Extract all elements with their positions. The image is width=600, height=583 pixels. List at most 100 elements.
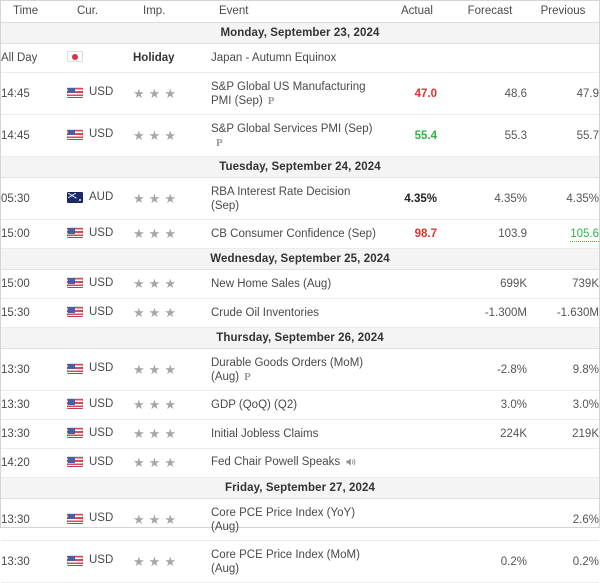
star-icon: ★ bbox=[164, 226, 176, 241]
economic-calendar-table: Time Cur. Imp. Event Actual Forecast Pre… bbox=[1, 1, 599, 583]
event-name-cell[interactable]: Crude Oil Inventories bbox=[211, 298, 381, 328]
star-icon: ★ bbox=[148, 455, 161, 470]
star-icon: ★ bbox=[133, 85, 145, 101]
event-name-cell[interactable]: Core PCE Price Index (MoM) (Aug) bbox=[211, 540, 381, 583]
event-time: 13:30 bbox=[1, 498, 67, 541]
event-name-cell[interactable]: Durable Goods Orders (MoM) (Aug) P bbox=[211, 348, 381, 391]
table-header: Time Cur. Imp. Event Actual Forecast Pre… bbox=[1, 1, 599, 23]
event-name-cell[interactable]: Japan - Autumn Equinox bbox=[211, 43, 381, 73]
event-name-line2: (Sep) bbox=[211, 199, 381, 213]
day-date-label: Wednesday, September 25, 2024 bbox=[1, 248, 599, 270]
column-header-actual[interactable]: Actual bbox=[381, 1, 453, 23]
event-name-cell[interactable]: RBA Interest Rate Decision (Sep) bbox=[211, 177, 381, 220]
event-name-line1: RBA Interest Rate Decision bbox=[211, 185, 351, 198]
event-name-line1: Core PCE Price Index (MoM) bbox=[211, 548, 360, 561]
event-name-line1: Core PCE Price Index (YoY) bbox=[211, 506, 356, 519]
event-name-cell[interactable]: GDP (QoQ) (Q2) bbox=[211, 390, 381, 420]
event-actual-value bbox=[381, 448, 453, 478]
event-actual-value: 98.7 bbox=[381, 219, 453, 249]
event-previous-value bbox=[527, 448, 599, 478]
event-name-cell[interactable]: S&P Global Services PMI (Sep) P bbox=[211, 114, 381, 157]
currency-code: USD bbox=[89, 226, 114, 239]
star-icon: ★ bbox=[133, 190, 145, 206]
event-currency-cell: USD bbox=[67, 348, 133, 391]
event-actual-value bbox=[381, 298, 453, 328]
column-header-previous[interactable]: Previous bbox=[527, 1, 599, 23]
event-time: 15:30 bbox=[1, 298, 67, 328]
event-forecast-value: 48.6 bbox=[453, 72, 527, 115]
star-icon: ★ bbox=[133, 276, 145, 291]
event-time: 13:30 bbox=[1, 348, 67, 391]
event-row[interactable]: 14:20 USD ★ ★ ★ Fed Chair Powell Speaks bbox=[1, 448, 599, 478]
event-row[interactable]: 13:30 USD ★ ★ ★ Core PCE Price Index (MoM) (Au… bbox=[1, 540, 599, 583]
event-actual-value: 4.35% bbox=[381, 177, 453, 220]
event-previous-value: 47.9 bbox=[527, 72, 599, 115]
event-importance-cell: ★ ★ ★ bbox=[133, 72, 211, 115]
event-row[interactable]: 14:45 USD ★ ★ ★ S&P Global US Manufacturing PM… bbox=[1, 72, 599, 115]
previous-value-text: 219K bbox=[572, 428, 599, 440]
star-icon: ★ bbox=[164, 276, 176, 291]
event-row[interactable]: 13:30 USD ★ ★ ★ Core PCE Price Index (YoY) (Au… bbox=[1, 498, 599, 541]
star-icon: ★ bbox=[164, 127, 176, 143]
column-header-currency[interactable]: Cur. bbox=[67, 1, 133, 23]
star-icon: ★ bbox=[133, 361, 145, 377]
column-header-event[interactable]: Event bbox=[211, 1, 381, 23]
event-forecast-value: -1.300M bbox=[453, 298, 527, 328]
event-time: 14:20 bbox=[1, 448, 67, 478]
event-previous-value: 3.0% bbox=[527, 390, 599, 420]
preliminary-indicator-icon: P bbox=[216, 136, 223, 149]
event-name-cell[interactable]: S&P Global US Manufacturing PMI (Sep) P bbox=[211, 72, 381, 115]
column-header-forecast[interactable]: Forecast bbox=[453, 1, 527, 23]
star-icon: ★ bbox=[148, 553, 161, 569]
star-icon: ★ bbox=[148, 397, 161, 412]
event-currency-cell: USD bbox=[67, 448, 133, 478]
event-importance-cell: ★ ★ ★ bbox=[133, 540, 211, 583]
event-name-cell[interactable]: Core PCE Price Index (YoY) (Aug) bbox=[211, 498, 381, 541]
event-name-cell[interactable]: Fed Chair Powell Speaks bbox=[211, 448, 381, 478]
event-actual-value bbox=[381, 390, 453, 420]
column-header-time[interactable]: Time bbox=[1, 1, 67, 23]
event-name-line2: (Aug) bbox=[211, 520, 381, 534]
event-row[interactable]: 15:00 USD ★ ★ ★ New Home Sales (Aug) 699K 739K bbox=[1, 269, 599, 299]
event-name-cell[interactable]: CB Consumer Confidence (Sep) bbox=[211, 219, 381, 249]
speaker-icon[interactable] bbox=[346, 457, 357, 471]
event-row[interactable]: 15:00 USD ★ ★ ★ CB Consumer Confidence (Sep) 9… bbox=[1, 219, 599, 249]
event-importance-cell: ★ ★ ★ bbox=[133, 448, 211, 478]
event-name-line2-text: (Aug) bbox=[211, 562, 240, 575]
event-importance-cell: ★ ★ ★ bbox=[133, 269, 211, 299]
event-previous-value: 105.6 bbox=[527, 219, 599, 249]
day-date-label: Tuesday, September 24, 2024 bbox=[1, 156, 599, 178]
event-row[interactable]: 05:30 AUD ★ ★ ★ RBA Interest Rate Decision (Se… bbox=[1, 177, 599, 220]
event-row[interactable]: 13:30 USD ★ ★ ★ Durable Goods Orders (MoM) (Au… bbox=[1, 348, 599, 391]
event-name-line1: GDP (QoQ) (Q2) bbox=[211, 399, 298, 411]
flag-us-icon bbox=[67, 128, 83, 140]
star-icon: ★ bbox=[164, 455, 176, 470]
actual-value-text: 55.4 bbox=[414, 129, 437, 142]
event-importance-cell: ★ ★ ★ bbox=[133, 419, 211, 449]
flag-us-icon bbox=[67, 362, 83, 374]
day-separator-row: Thursday, September 26, 2024 bbox=[1, 327, 599, 349]
event-row[interactable]: 14:45 USD ★ ★ ★ S&P Global Services PMI (Sep)… bbox=[1, 114, 599, 157]
importance-stars: ★ ★ ★ bbox=[133, 306, 176, 319]
currency-code: USD bbox=[89, 362, 114, 375]
column-header-importance[interactable]: Imp. bbox=[133, 1, 211, 23]
previous-value-text: 739K bbox=[572, 278, 599, 290]
flag-us-icon bbox=[67, 554, 83, 566]
star-icon: ★ bbox=[133, 226, 145, 241]
event-forecast-value: 55.3 bbox=[453, 114, 527, 157]
event-row[interactable]: All Day Holiday Japan - Autumn Equinox bbox=[1, 43, 599, 73]
event-actual-value bbox=[381, 419, 453, 449]
event-row[interactable]: 13:30 USD ★ ★ ★ Initial Jobless Claims 224K 219… bbox=[1, 419, 599, 449]
flag-au-icon bbox=[67, 191, 83, 203]
flag-us-icon bbox=[67, 427, 83, 439]
day-date-label: Thursday, September 26, 2024 bbox=[1, 327, 599, 349]
event-row[interactable]: 13:30 USD ★ ★ ★ GDP (QoQ) (Q2) 3.0% 3.0% bbox=[1, 390, 599, 420]
event-name-cell[interactable]: Initial Jobless Claims bbox=[211, 419, 381, 449]
actual-value-text: 98.7 bbox=[414, 228, 437, 240]
event-forecast-value: 0.2% bbox=[453, 540, 527, 583]
event-name-cell[interactable]: New Home Sales (Aug) bbox=[211, 269, 381, 299]
star-icon: ★ bbox=[133, 553, 145, 569]
event-name-line2-text: (Aug) bbox=[211, 370, 240, 383]
event-row[interactable]: 15:30 USD ★ ★ ★ Crude Oil Inventories -1.300M -… bbox=[1, 298, 599, 328]
event-actual-value bbox=[381, 269, 453, 299]
